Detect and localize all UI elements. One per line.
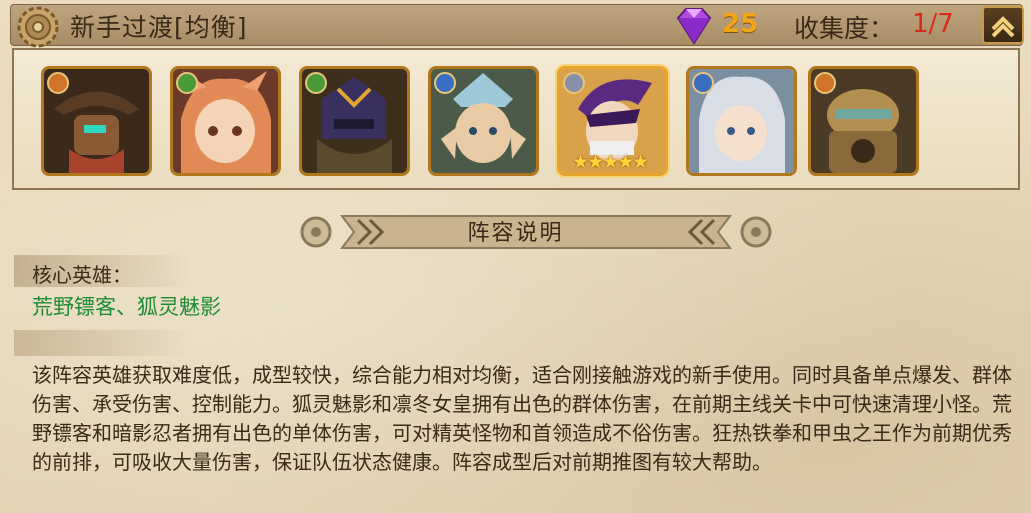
- star-rating: ★★★★★: [572, 151, 649, 173]
- hero-card-6[interactable]: [686, 66, 797, 176]
- faction-badge-icon: [692, 72, 714, 94]
- gear-icon: [17, 6, 59, 48]
- faction-badge-icon: [563, 72, 585, 94]
- hero-card-4[interactable]: [428, 66, 539, 176]
- page-title: 新手过渡[均衡]: [70, 13, 248, 42]
- faction-badge-icon: [814, 72, 836, 94]
- hero-card-1[interactable]: [41, 66, 152, 176]
- hero-card-2[interactable]: [170, 66, 281, 176]
- section-title: 阵容说明: [467, 221, 564, 246]
- core-heroes-label: 核心英雄：: [32, 263, 132, 287]
- faction-badge-icon: [434, 72, 456, 94]
- gem-count: 25: [722, 9, 759, 39]
- hero-card-5[interactable]: ★★★★★: [557, 66, 668, 176]
- divider: [14, 330, 194, 356]
- core-heroes-value: 荒野镖客、狐灵魅影: [32, 295, 221, 319]
- description-text: 该阵容英雄获取难度低，成型较快，综合能力相对均衡，适合刚接触游戏的新手使用。同时…: [32, 363, 1012, 474]
- hero-card-3[interactable]: [299, 66, 410, 176]
- faction-badge-icon: [47, 72, 69, 94]
- faction-badge-icon: [176, 72, 198, 94]
- faction-badge-icon: [305, 72, 327, 94]
- hero-card-7[interactable]: [808, 66, 919, 176]
- gem-icon: [676, 8, 712, 45]
- chevron-up-icon: [991, 16, 1015, 38]
- collection-value: 1/7: [912, 9, 954, 39]
- collapse-button[interactable]: [982, 6, 1024, 44]
- collection-label: 收集度：: [794, 14, 895, 43]
